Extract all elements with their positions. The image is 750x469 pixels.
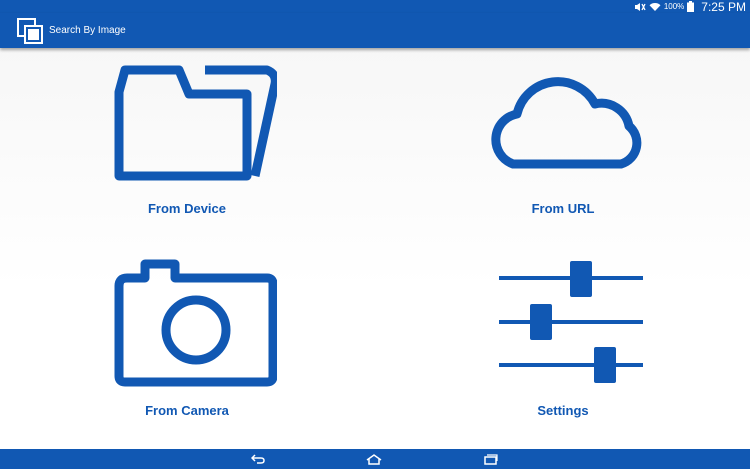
- nav-bar: [0, 449, 750, 469]
- main-content: From Device From URL From Camera Setting…: [0, 48, 750, 449]
- settings-button[interactable]: Settings: [463, 258, 663, 418]
- back-button[interactable]: [246, 451, 270, 467]
- app-title: Search By Image: [49, 25, 126, 36]
- sliders-icon: [499, 261, 643, 383]
- clock: 7:25 PM: [701, 0, 746, 14]
- home-button[interactable]: [362, 451, 386, 467]
- home-icon: [366, 453, 382, 465]
- from-device-label: From Device: [147, 201, 227, 216]
- back-icon: [251, 454, 265, 464]
- from-camera-label: From Camera: [145, 403, 229, 418]
- status-bar: 100% 7:25 PM: [0, 0, 750, 14]
- recents-button[interactable]: [479, 451, 503, 467]
- from-url-label: From URL: [531, 201, 595, 216]
- app-logo-icon: [17, 17, 43, 44]
- from-url-button[interactable]: From URL: [463, 56, 663, 216]
- cloud-icon: [491, 77, 642, 169]
- wifi-icon: [649, 2, 661, 11]
- mute-icon: [634, 2, 646, 11]
- camera-icon: [114, 259, 277, 387]
- folder-icon: [114, 65, 277, 181]
- recents-icon: [484, 453, 498, 465]
- from-camera-button[interactable]: From Camera: [87, 258, 287, 418]
- from-device-button[interactable]: From Device: [87, 56, 287, 216]
- battery-percent: 100%: [663, 2, 685, 11]
- settings-label: Settings: [537, 403, 589, 418]
- battery-icon: [687, 1, 695, 12]
- app-bar: Search By Image: [0, 13, 750, 48]
